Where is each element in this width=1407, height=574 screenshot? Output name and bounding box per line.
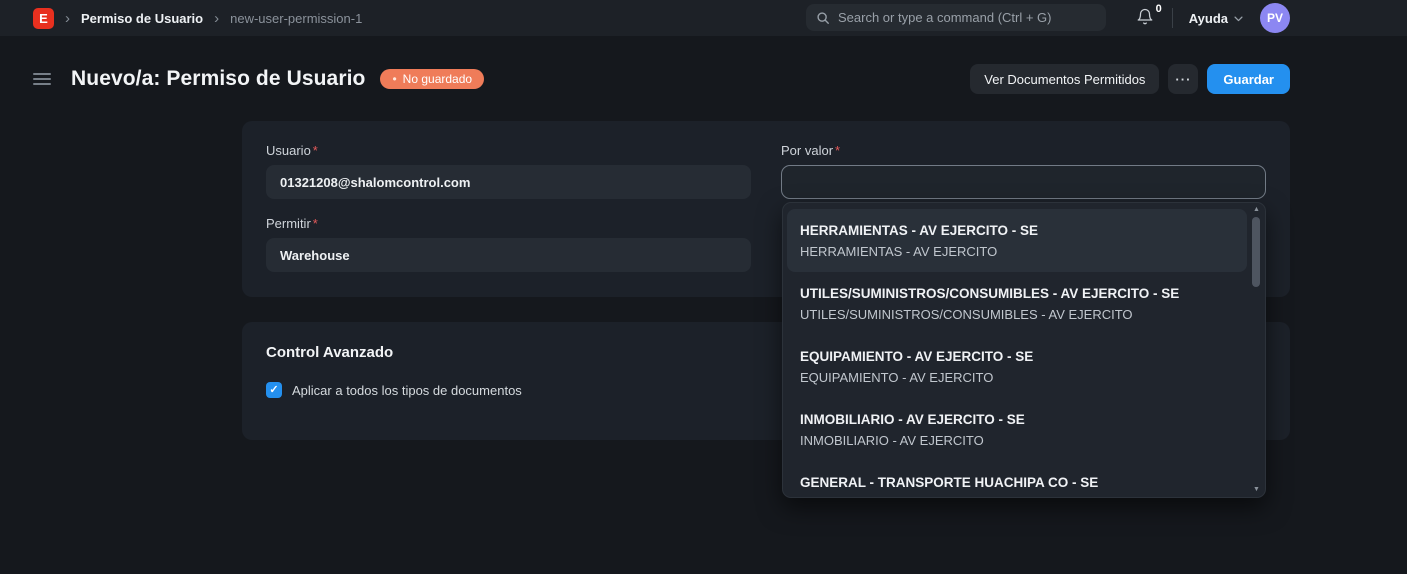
save-button[interactable]: Guardar [1207,64,1290,94]
page-actions: Ver Documentos Permitidos ··· Guardar [970,64,1290,94]
dropdown-option[interactable]: UTILES/SUMINISTROS/CONSUMIBLES - AV EJER… [783,272,1265,335]
dropdown-option-title: EQUIPAMIENTO - AV EJERCITO - SE [800,349,1231,364]
dropdown-option-subtitle: UTILES/SUMINISTROS/CONSUMIBLES - AV EJER… [800,307,1231,322]
allow-input[interactable] [266,238,751,272]
dropdown-option-title: INMOBILIARIO - AV EJERCITO - SE [800,412,1231,427]
user-input[interactable] [266,165,751,199]
breadcrumb-section-link[interactable]: Permiso de Usuario [81,11,203,26]
for-value-field-label: Por valor* [781,143,1266,158]
dropdown-option[interactable]: GENERAL - TRANSPORTE HUACHIPA CO - SE GE… [783,461,1265,498]
page-header: Nuevo/a: Permiso de Usuario • No guardad… [33,62,1290,96]
dropdown-option-title: HERRAMIENTAS - AV EJERCITO - SE [800,223,1213,238]
dropdown-option[interactable]: INMOBILIARIO - AV EJERCITO - SE INMOBILI… [783,398,1265,461]
view-permitted-documents-button[interactable]: Ver Documentos Permitidos [970,64,1159,94]
dropdown-scrollbar[interactable]: ▲ ▼ [1250,205,1263,495]
unsaved-status-label: No guardado [403,73,472,85]
dropdown-option-title: UTILES/SUMINISTROS/CONSUMIBLES - AV EJER… [800,286,1231,301]
for-value-field-group: Por valor* [781,143,1266,199]
dropdown-option-subtitle: HERRAMIENTAS - AV EJERCITO [800,244,1213,259]
erpnext-logo-letter: E [39,12,48,25]
allow-field-label-text: Permitir [266,216,311,231]
breadcrumb-chevron-icon: › [214,11,219,26]
unsaved-dot-icon: • [392,73,396,85]
search-icon [816,11,830,25]
more-options-button[interactable]: ··· [1168,64,1198,94]
user-field-group: Usuario* [266,143,751,199]
form-left-column: Usuario* Permitir* [266,143,751,275]
top-navbar: E › Permiso de Usuario › new-user-permis… [0,0,1407,36]
search-input[interactable] [838,10,1096,25]
navbar-divider [1172,8,1173,28]
dropdown-option-subtitle: INMOBILIARIO - AV EJERCITO [800,433,1231,448]
page-title: Nuevo/a: Permiso de Usuario [71,67,365,91]
required-marker: * [835,143,840,158]
help-menu-button[interactable]: Ayuda [1189,11,1244,26]
checkbox-checked[interactable]: ✓ [266,382,282,398]
for-value-autocomplete-dropdown: HERRAMIENTAS - AV EJERCITO - SE HERRAMIE… [782,202,1266,498]
user-avatar[interactable]: PV [1260,3,1290,33]
allow-field-group: Permitir* [266,216,751,272]
dropdown-option[interactable]: EQUIPAMIENTO - AV EJERCITO - SE EQUIPAMI… [783,335,1265,398]
erpnext-logo[interactable]: E [33,8,54,29]
sidebar-toggle-icon[interactable] [33,73,51,85]
scroll-up-icon[interactable]: ▲ [1250,205,1263,215]
checkmark-icon: ✓ [269,385,278,396]
chevron-down-icon [1233,13,1244,24]
user-field-label-text: Usuario [266,143,311,158]
notification-count-badge: 0 [1156,3,1162,15]
navbar-left: E › Permiso de Usuario › new-user-permis… [0,8,362,29]
required-marker: * [313,216,318,231]
scroll-down-icon[interactable]: ▼ [1250,485,1263,495]
global-search[interactable] [806,4,1106,31]
bell-icon [1136,8,1154,26]
for-value-input[interactable] [781,165,1266,199]
required-marker: * [313,143,318,158]
user-field-label: Usuario* [266,143,751,158]
help-label: Ayuda [1189,11,1228,26]
notifications-button[interactable]: 0 [1136,8,1156,28]
for-value-field-label-text: Por valor [781,143,833,158]
app-window: E › Permiso de Usuario › new-user-permis… [0,0,1407,574]
avatar-initials: PV [1267,11,1283,25]
navbar-right: 0 Ayuda PV [1136,0,1290,36]
dropdown-option-subtitle: EQUIPAMIENTO - AV EJERCITO [800,370,1231,385]
breadcrumb-chevron-icon: › [65,11,70,26]
scrollbar-thumb[interactable] [1252,217,1260,287]
dropdown-option[interactable]: HERRAMIENTAS - AV EJERCITO - SE HERRAMIE… [787,209,1247,272]
allow-field-label: Permitir* [266,216,751,231]
dropdown-option-subtitle: GENERAL - TRANSPORTE HUACHIPA CO [800,496,1231,498]
unsaved-status-badge: • No guardado [380,69,484,89]
apply-all-doctypes-label: Aplicar a todos los tipos de documentos [292,383,522,398]
dropdown-option-title: GENERAL - TRANSPORTE HUACHIPA CO - SE [800,475,1231,490]
breadcrumb-document-name: new-user-permission-1 [230,11,362,26]
